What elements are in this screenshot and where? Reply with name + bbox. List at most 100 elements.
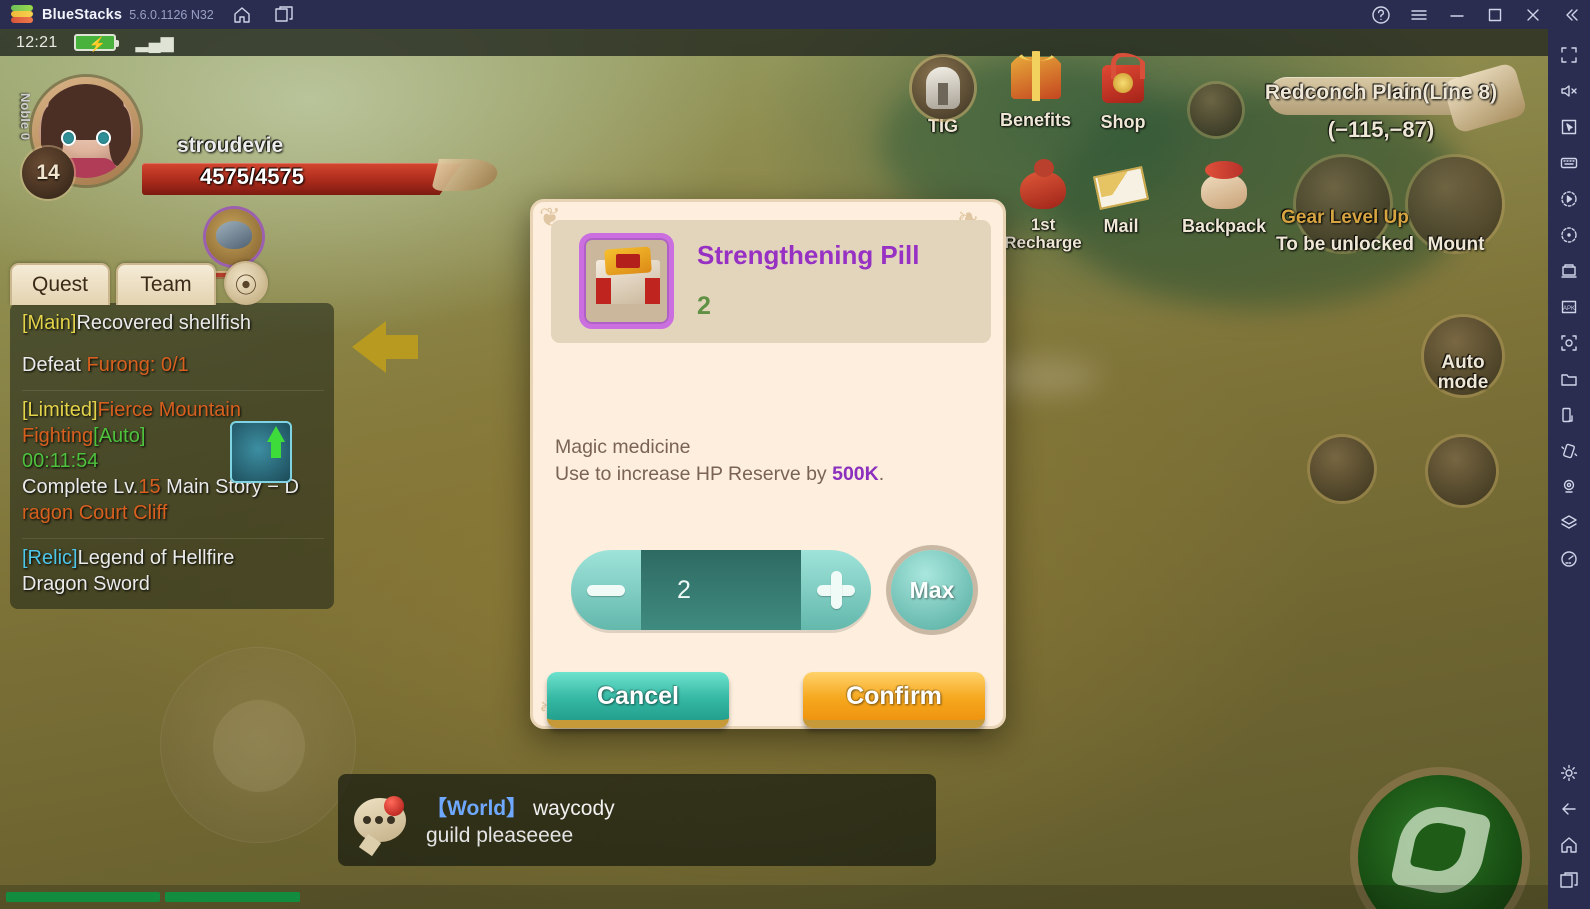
increment-button[interactable]: [801, 550, 871, 630]
app-version: 5.6.0.1126 N32: [129, 7, 214, 22]
performance-icon[interactable]: [1553, 543, 1585, 575]
android-status-bar: 12:21 ⚡ ▂▄▆: [0, 29, 1548, 56]
help-icon[interactable]: [1362, 1, 1400, 29]
chat-bubble-icon: [354, 796, 406, 842]
player-name: stroudevie: [177, 134, 284, 157]
home-icon[interactable]: [228, 1, 256, 29]
menu-label: Mail: [1103, 216, 1139, 236]
menu-button-backpack[interactable]: Backpack: [1182, 157, 1266, 237]
decrement-button[interactable]: [571, 550, 641, 630]
svg-text:APK: APK: [1563, 306, 1575, 312]
macro-record-icon[interactable]: [1553, 183, 1585, 215]
mute-icon[interactable]: [1553, 75, 1585, 107]
noble-rank-label: Noble 0: [18, 93, 33, 140]
quest-list: [Main]Recovered shellfish Defeat Furong:…: [10, 303, 334, 610]
collapse-icon[interactable]: [1552, 1, 1590, 29]
collapse-quest-icon[interactable]: ⦿: [224, 261, 268, 305]
chat-username: waycody: [532, 797, 615, 820]
divider: [22, 538, 324, 540]
description-text: Use to increase HP Reserve by: [555, 462, 833, 485]
location-icon[interactable]: [1553, 471, 1585, 503]
quest-limited-title2-text: Fighting: [22, 424, 94, 447]
clock: 12:21: [16, 33, 58, 51]
app-title: BlueStacks: [42, 6, 123, 23]
quest-main-title-text: Recovered shellfish: [76, 312, 251, 334]
menu-button-shop[interactable]: Shop: [1092, 53, 1154, 133]
item-name: Strengthening Pill: [697, 240, 920, 270]
description-period: .: [878, 462, 885, 485]
quest-item-relic[interactable]: [Relic]Legend of Hellfire Dragon Sword: [22, 546, 324, 597]
gift-icon: [1005, 51, 1067, 113]
maximize-icon[interactable]: [1476, 1, 1514, 29]
quest-limited-title-text: Fierce Mountain: [97, 399, 241, 422]
gear-level-up-sub: To be unlocked: [1276, 234, 1414, 255]
cursor-icon[interactable]: [1553, 111, 1585, 143]
menu-icon[interactable]: [1400, 1, 1438, 29]
menu-label: TIG: [928, 116, 958, 136]
chat-panel[interactable]: 【World】 waycody guild pleaseeee: [338, 774, 936, 866]
keyboard-controls-icon[interactable]: [1553, 147, 1585, 179]
rotate-icon[interactable]: [1553, 219, 1585, 251]
menu-button-tig[interactable]: TIG: [912, 57, 974, 137]
fullscreen-icon[interactable]: [1553, 39, 1585, 71]
quest-limited-tag: [Limited]: [22, 399, 98, 422]
pet-paw-icon[interactable]: [1310, 437, 1374, 501]
shop-bag-icon: [1092, 53, 1154, 115]
recents-icon[interactable]: [1553, 865, 1585, 897]
screenshot-icon[interactable]: [1553, 327, 1585, 359]
install-apk-icon[interactable]: APK: [1553, 291, 1585, 323]
quest-tabs: Quest Team ⦿: [10, 261, 274, 305]
multi-instance-icon[interactable]: [270, 1, 298, 29]
confirm-button[interactable]: Confirm: [803, 672, 985, 728]
quest-relic-tag: [Relic]: [22, 547, 78, 570]
multi-instance-manager-icon[interactable]: [1553, 255, 1585, 287]
description-highlight: 500K: [832, 462, 879, 485]
menu-label: 1st Recharge: [1004, 215, 1082, 252]
menu-button-mail[interactable]: Mail: [1090, 157, 1152, 237]
level-badge: 14: [22, 147, 74, 199]
tab-team[interactable]: Team: [116, 263, 216, 305]
max-button[interactable]: Max: [891, 550, 973, 630]
game-viewport[interactable]: 12:21 ⚡ ▂▄▆ Noble 0 14 stroudevie 4575/4…: [0, 29, 1548, 909]
world-chat-icon[interactable]: [1190, 84, 1242, 136]
home-icon[interactable]: [1553, 829, 1585, 861]
screen-root: BlueStacks 5.6.0.1126 N32 12:21 ⚡ ▂▄▆ No…: [0, 0, 1590, 909]
exp-segment: [165, 892, 300, 902]
avatar-eye-left: [61, 130, 76, 146]
item-description: Magic medicine Use to increase HP Reserv…: [555, 434, 884, 487]
cancel-button[interactable]: Cancel: [547, 672, 729, 728]
menu-button-benefits[interactable]: Benefits: [1000, 51, 1071, 131]
movement-joystick[interactable]: [160, 647, 356, 843]
quest-auto-tag: [Auto]: [93, 424, 146, 447]
menu-button-recharge[interactable]: 1st Recharge: [1000, 157, 1086, 252]
quest-lv-num: 15: [138, 475, 161, 498]
avatar-hair-right: [109, 106, 131, 166]
quest-main-title: [Main]Recovered shellfish: [22, 311, 324, 337]
quantity-value[interactable]: 2: [641, 550, 801, 630]
player-hud: Noble 0 14 stroudevie 4575/4575: [10, 59, 501, 279]
quantity-stepper[interactable]: 2: [571, 550, 871, 630]
menu-label: Benefits: [1000, 110, 1072, 130]
backpack-icon: [1193, 157, 1255, 219]
item-count: 2: [697, 292, 711, 320]
description-line-1: Magic medicine: [555, 436, 691, 458]
pill-box-icon[interactable]: [579, 233, 674, 329]
back-icon[interactable]: [1553, 793, 1585, 825]
layers-icon[interactable]: [1553, 507, 1585, 539]
wifi-icon: ▂▄▆: [135, 32, 174, 52]
media-manager-icon[interactable]: [1553, 363, 1585, 395]
minimize-icon[interactable]: [1438, 1, 1476, 29]
pet-avatar[interactable]: [206, 209, 262, 265]
tab-quest[interactable]: Quest: [10, 263, 110, 305]
chat-channel: 【World】: [426, 797, 528, 820]
quest-main-objective: Defeat Furong: 0/1: [22, 353, 324, 379]
quest-item-main[interactable]: [Main]Recovered shellfish Defeat Furong:…: [22, 311, 324, 378]
target-lock-icon[interactable]: [1428, 437, 1496, 505]
copy-to-phone-icon[interactable]: [1553, 399, 1585, 431]
settings-gear-icon[interactable]: [1553, 757, 1585, 789]
shake-icon[interactable]: [1553, 435, 1585, 467]
avatar-eye-right: [96, 130, 111, 146]
quest-reward-icon[interactable]: [230, 421, 292, 483]
quest-relic-title-text: Legend of Hellfire: [77, 547, 235, 570]
close-icon[interactable]: [1514, 1, 1552, 29]
